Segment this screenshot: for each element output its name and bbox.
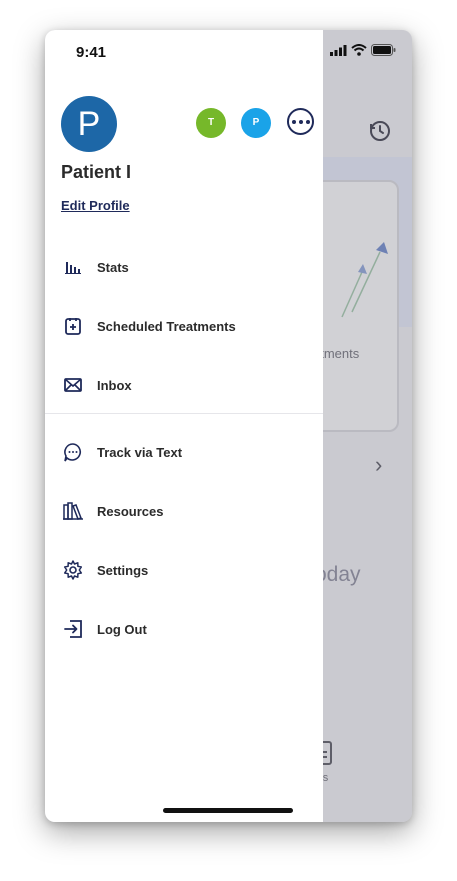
menu-label-scheduled-treatments: Scheduled Treatments — [97, 318, 236, 334]
gear-icon — [61, 558, 85, 582]
menu-item-log-out[interactable]: Log Out — [61, 617, 311, 641]
phone-frame: atments › oday rds 9:41 P T — [45, 30, 412, 822]
home-indicator[interactable] — [163, 808, 293, 813]
menu-divider — [45, 413, 323, 414]
menu-label-stats: Stats — [97, 259, 129, 275]
cellular-signal-icon — [330, 44, 347, 56]
menu-item-stats[interactable]: Stats — [61, 255, 311, 279]
menu-item-resources[interactable]: Resources — [61, 499, 311, 523]
menu-item-track-via-text[interactable]: Track via Text — [61, 440, 311, 464]
patient-name: Patient I — [61, 162, 132, 182]
status-icons — [330, 44, 396, 56]
logout-icon — [61, 617, 85, 641]
battery-icon — [371, 44, 396, 56]
menu-label-settings: Settings — [97, 562, 149, 578]
chat-bubble-icon — [61, 440, 85, 464]
profile-switcher-p[interactable]: P — [241, 108, 271, 138]
menu-label-log-out: Log Out — [97, 621, 147, 637]
profile-avatar[interactable]: P — [61, 96, 117, 152]
menu-label-resources: Resources — [97, 503, 164, 519]
envelope-icon — [61, 373, 85, 397]
wifi-icon — [351, 44, 367, 56]
menu-item-scheduled-treatments[interactable]: Scheduled Treatments — [61, 314, 311, 338]
status-time: 9:41 — [76, 44, 107, 61]
menu-label-track-via-text: Track via Text — [97, 444, 183, 460]
profile-switcher-t[interactable]: T — [196, 108, 226, 138]
more-dots-icon — [291, 119, 296, 124]
menu-item-settings[interactable]: Settings — [61, 558, 311, 582]
edit-profile-link[interactable]: Edit Profile — [61, 198, 130, 213]
books-icon — [61, 499, 85, 523]
stats-bar-chart-icon — [61, 255, 85, 279]
scheduled-treatments-icon — [61, 314, 85, 338]
navigation-drawer: 9:41 P T P Patient I Edit Profile Stats — [45, 30, 323, 822]
menu-label-inbox: Inbox — [97, 377, 132, 393]
menu-item-inbox[interactable]: Inbox — [61, 373, 311, 397]
more-options-button[interactable] — [287, 108, 314, 135]
